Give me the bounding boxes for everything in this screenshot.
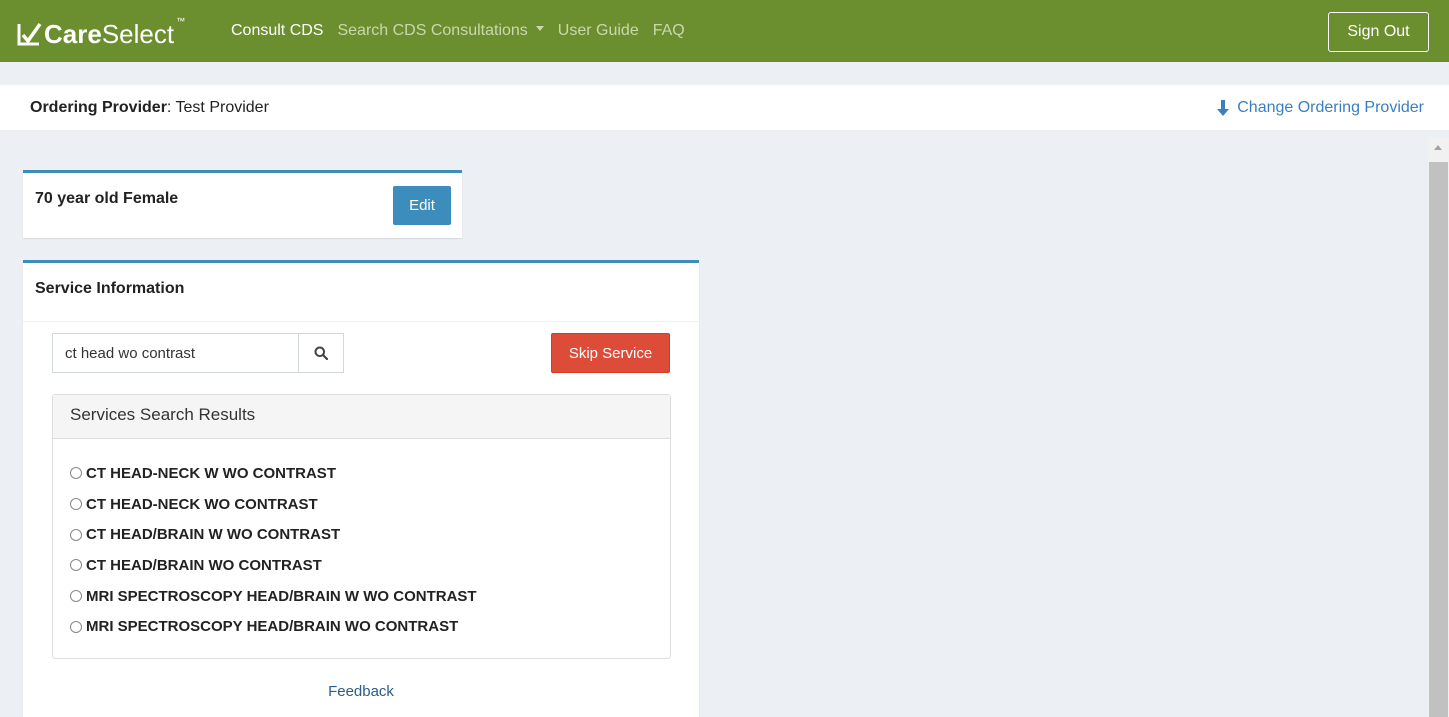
radio-icon[interactable] — [70, 620, 82, 633]
ordering-provider-info: Ordering Provider: Test Provider — [30, 99, 269, 117]
list-item[interactable]: CT HEAD/BRAIN W WO CONTRAST — [70, 519, 477, 550]
service-information-title: Service Information — [35, 280, 185, 297]
result-label: MRI SPECTROSCOPY HEAD/BRAIN W WO CONTRAS… — [86, 587, 477, 605]
chevron-down-icon — [535, 26, 544, 32]
logo-care-text: Care — [44, 19, 102, 49]
result-label: MRI SPECTROSCOPY HEAD/BRAIN WO CONTRAST — [86, 618, 459, 636]
results-list: CT HEAD-NECK W WO CONTRAST CT HEAD-NECK … — [70, 458, 477, 642]
service-search-input[interactable] — [52, 333, 298, 373]
ordering-provider-bar: Ordering Provider: Test Provider Change … — [0, 85, 1449, 130]
list-item[interactable]: CT HEAD-NECK W WO CONTRAST — [70, 458, 477, 489]
nav-faq[interactable]: FAQ — [653, 22, 685, 40]
patient-summary: 70 year old Female — [35, 190, 179, 207]
scroll-thumb[interactable] — [1429, 162, 1448, 717]
ordering-provider-label: Ordering Provider — [30, 99, 167, 116]
change-ordering-provider-link[interactable]: Change Ordering Provider — [1217, 99, 1424, 117]
list-item[interactable]: CT HEAD-NECK WO CONTRAST — [70, 489, 477, 520]
services-search-results: Services Search Results CT HEAD-NECK W W… — [52, 394, 671, 659]
service-search-group — [52, 333, 344, 373]
result-label: CT HEAD-NECK W WO CONTRAST — [86, 464, 336, 482]
list-item[interactable]: MRI SPECTROSCOPY HEAD/BRAIN WO CONTRAST — [70, 611, 477, 642]
result-label: CT HEAD-NECK WO CONTRAST — [86, 495, 318, 513]
page-scrollbar[interactable] — [1428, 137, 1449, 717]
nav-consult-cds[interactable]: Consult CDS — [231, 22, 323, 40]
list-item[interactable]: CT HEAD/BRAIN WO CONTRAST — [70, 550, 477, 581]
radio-icon[interactable] — [70, 559, 82, 572]
radio-icon[interactable] — [70, 590, 82, 603]
logo-trademark: ™ — [176, 16, 186, 26]
logo-select-text: Select — [101, 19, 175, 49]
sign-out-button[interactable]: Sign Out — [1328, 12, 1429, 52]
service-card-header: Service Information — [23, 263, 699, 322]
list-item[interactable]: MRI SPECTROSCOPY HEAD/BRAIN W WO CONTRAS… — [70, 581, 477, 612]
search-icon — [314, 346, 328, 360]
result-label: CT HEAD/BRAIN W WO CONTRAST — [86, 526, 341, 544]
radio-icon[interactable] — [70, 467, 82, 480]
nav-search-label: Search CDS Consultations — [337, 22, 528, 39]
top-navbar: Care Select ™ Consult CDS Search CDS Con… — [0, 0, 1449, 62]
skip-service-button[interactable]: Skip Service — [551, 333, 670, 373]
nav-search-cds-consultations[interactable]: Search CDS Consultations — [337, 22, 544, 40]
nav-links: Consult CDS Search CDS Consultations Use… — [231, 22, 699, 40]
arrow-down-icon — [1217, 100, 1230, 116]
ordering-provider-name: : Test Provider — [166, 99, 269, 116]
radio-icon[interactable] — [70, 528, 82, 541]
checkmark-logo-icon — [17, 22, 42, 46]
scroll-up-arrow-icon[interactable] — [1434, 145, 1442, 150]
careselect-logo[interactable]: Care Select ™ — [16, 14, 185, 48]
service-information-card: Service Information Skip Service Service… — [23, 260, 699, 717]
change-ordering-provider-label: Change Ordering Provider — [1237, 99, 1424, 116]
radio-icon[interactable] — [70, 498, 82, 511]
patient-card: 70 year old Female Edit — [23, 170, 462, 238]
edit-patient-button[interactable]: Edit — [393, 186, 451, 225]
result-label: CT HEAD/BRAIN WO CONTRAST — [86, 556, 322, 574]
service-search-button[interactable] — [298, 333, 344, 373]
nav-user-guide[interactable]: User Guide — [558, 22, 639, 40]
feedback-link[interactable]: Feedback — [23, 683, 699, 700]
results-title: Services Search Results — [53, 395, 670, 439]
